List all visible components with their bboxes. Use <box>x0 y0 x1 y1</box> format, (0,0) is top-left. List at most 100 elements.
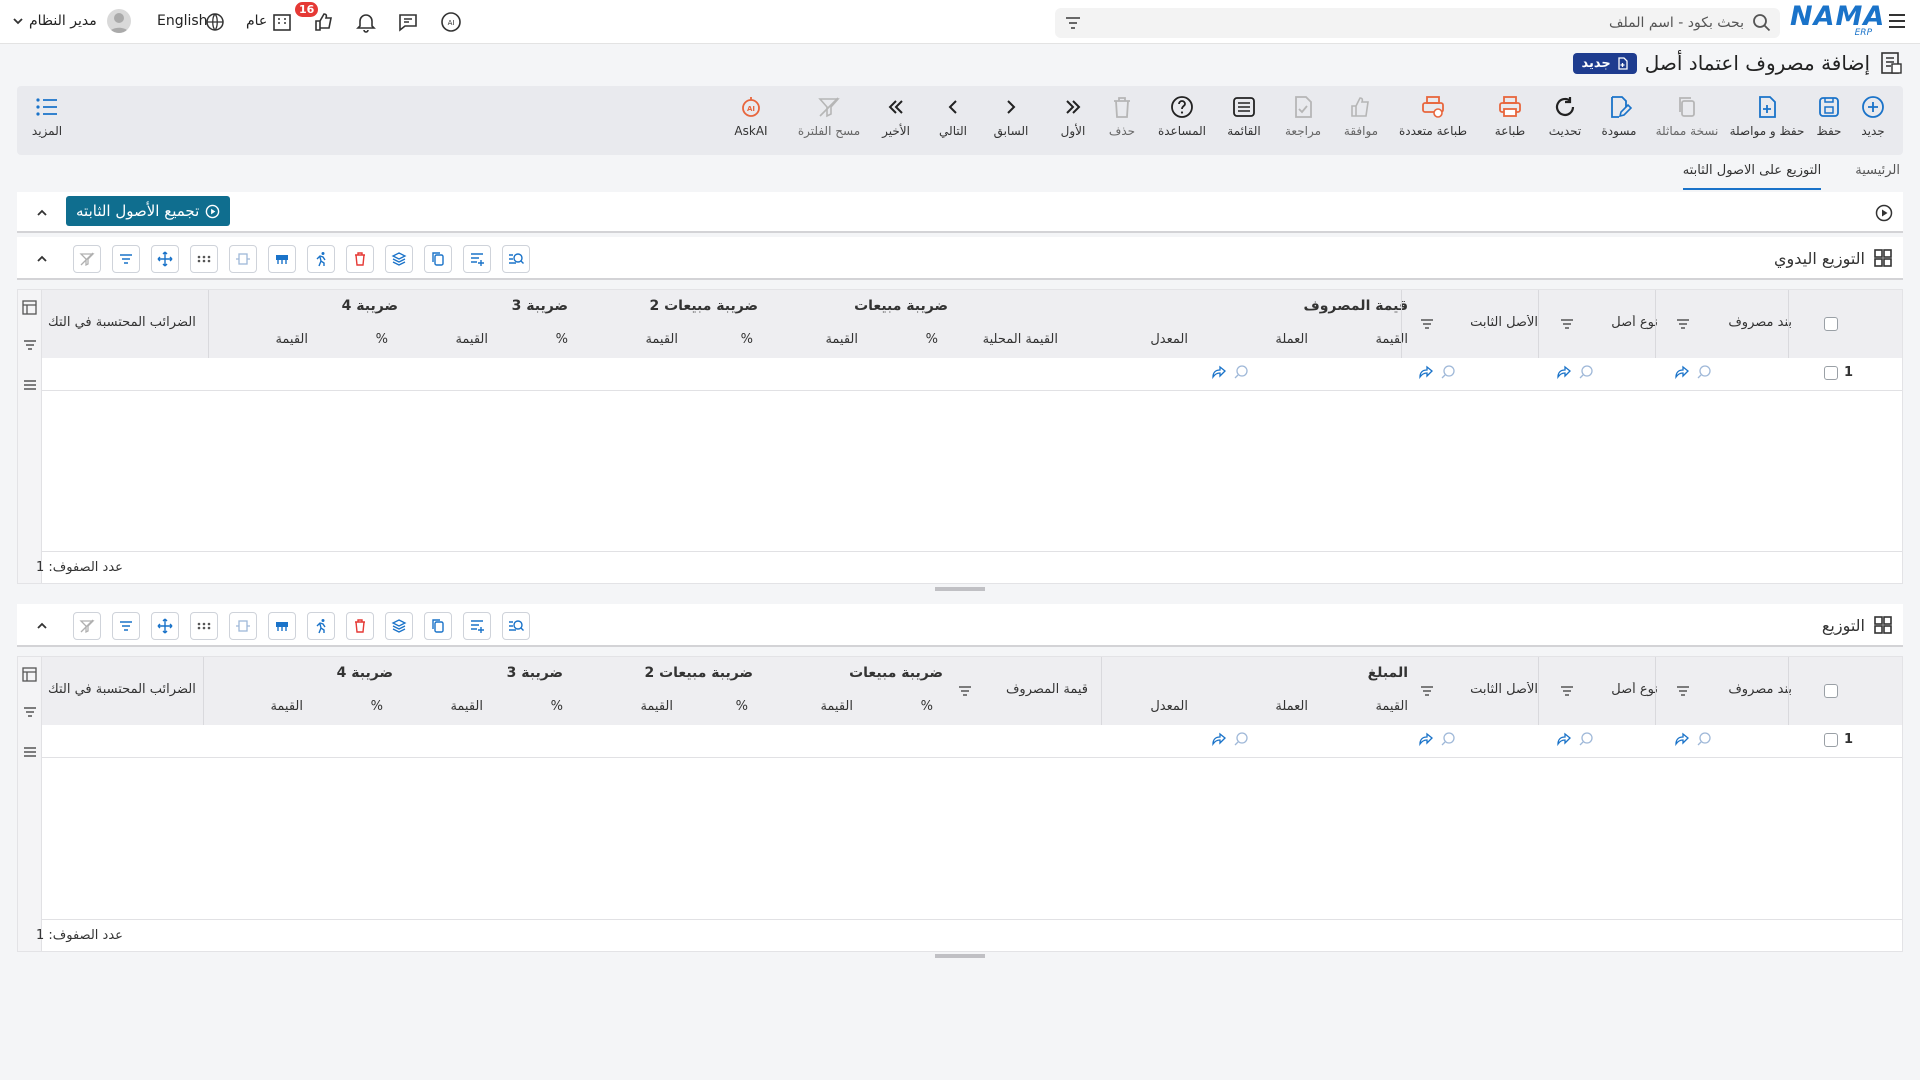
move-icon[interactable] <box>151 612 179 640</box>
refresh-button[interactable]: تحديث <box>1535 94 1595 138</box>
sub-percent[interactable]: % <box>533 699 563 714</box>
filter-icon[interactable] <box>112 245 140 273</box>
share-icon[interactable] <box>1556 731 1572 747</box>
sub-rate[interactable]: المعدل <box>1128 332 1188 347</box>
filter-icon[interactable] <box>958 684 972 698</box>
sub-percent[interactable]: % <box>908 332 938 347</box>
row-currency-actions[interactable] <box>1211 731 1249 747</box>
search-icon[interactable] <box>1696 364 1712 380</box>
table-icon[interactable] <box>268 245 296 273</box>
row-fixed-asset-actions[interactable] <box>1418 731 1456 747</box>
search-icon[interactable] <box>1696 731 1712 747</box>
resize-handle[interactable] <box>935 587 985 591</box>
clear-filter-button[interactable]: مسح الفلترة <box>789 94 869 138</box>
chevron-up-icon[interactable] <box>35 252 49 266</box>
fit-columns-icon[interactable] <box>229 612 257 640</box>
fit-columns-icon[interactable] <box>229 245 257 273</box>
sub-value[interactable]: القيمة <box>618 332 678 347</box>
layers-icon[interactable] <box>385 612 413 640</box>
collect-fixed-assets-button[interactable]: تجميع الأصول الثابته <box>66 196 231 226</box>
run-icon[interactable] <box>307 612 335 640</box>
sub-currency[interactable]: العملة <box>1248 332 1308 347</box>
run-icon[interactable] <box>307 245 335 273</box>
dots-grid-icon[interactable] <box>190 245 218 273</box>
select-all-checkbox[interactable] <box>1824 317 1838 331</box>
filter-icon[interactable] <box>1420 317 1434 331</box>
chevron-up-icon[interactable] <box>35 619 49 633</box>
col-expense-value[interactable]: قيمة المصروف <box>978 682 1088 697</box>
table-icon[interactable] <box>268 612 296 640</box>
approve-button[interactable]: موافقة <box>1331 94 1391 138</box>
filter-icon[interactable] <box>112 612 140 640</box>
share-icon[interactable] <box>1211 731 1227 747</box>
copy-icon[interactable] <box>424 245 452 273</box>
draft-button[interactable]: مسودة <box>1589 94 1649 138</box>
search-icon[interactable] <box>1233 364 1249 380</box>
language-switch[interactable]: English <box>157 13 208 29</box>
sub-percent[interactable]: % <box>358 332 388 347</box>
sub-value[interactable]: القيمة <box>243 699 303 714</box>
sub-currency[interactable]: العملة <box>1248 699 1308 714</box>
menu-icon[interactable] <box>1886 10 1908 32</box>
clear-filter-icon[interactable] <box>73 612 101 640</box>
sub-value[interactable]: القيمة <box>1348 332 1408 347</box>
col-expense-item[interactable]: بند مصروف <box>1696 315 1792 330</box>
multi-print-button[interactable]: طباعة متعددة <box>1393 94 1473 138</box>
share-icon[interactable] <box>1211 364 1227 380</box>
tab-distribution[interactable]: التوزيع على الاصول الثابته <box>1682 160 1822 190</box>
dots-grid-icon[interactable] <box>190 612 218 640</box>
sub-value[interactable]: القيمة <box>798 332 858 347</box>
first-button[interactable]: الأول <box>1043 94 1103 138</box>
columns-icon[interactable] <box>22 667 37 682</box>
building-icon[interactable] <box>270 10 294 34</box>
select-all-checkbox[interactable] <box>1824 684 1838 698</box>
filter-icon[interactable] <box>23 338 37 352</box>
share-icon[interactable] <box>1674 731 1690 747</box>
sub-value[interactable]: القيمة <box>793 699 853 714</box>
columns-icon[interactable] <box>22 300 37 315</box>
search-icon[interactable] <box>1440 364 1456 380</box>
add-row-icon[interactable] <box>463 612 491 640</box>
search-icon[interactable] <box>1578 731 1594 747</box>
filter-icon[interactable] <box>1560 317 1574 331</box>
filter-icon[interactable] <box>1560 684 1574 698</box>
chat-icon[interactable] <box>396 10 420 34</box>
resize-handle[interactable] <box>935 954 985 958</box>
user-name[interactable]: مدير النظام <box>29 13 97 29</box>
sub-percent[interactable]: % <box>723 332 753 347</box>
sub-percent[interactable]: % <box>718 699 748 714</box>
search-icon[interactable] <box>1578 364 1594 380</box>
sub-rate[interactable]: المعدل <box>1128 699 1188 714</box>
sub-local-value[interactable]: القيمة المحلية <box>968 332 1058 347</box>
save-continue-button[interactable]: حفظ و مواصلة <box>1727 94 1807 138</box>
sub-value[interactable]: القيمة <box>1348 699 1408 714</box>
avatar[interactable] <box>107 9 131 33</box>
copy-icon[interactable] <box>424 612 452 640</box>
search-grid-icon[interactable] <box>502 612 530 640</box>
layers-icon[interactable] <box>385 245 413 273</box>
sub-value[interactable]: القيمة <box>248 332 308 347</box>
duplicate-button[interactable]: نسخة مماثلة <box>1649 94 1725 138</box>
sub-value[interactable]: القيمة <box>613 699 673 714</box>
company-label[interactable]: عام <box>246 13 267 29</box>
globe-icon[interactable] <box>205 12 225 32</box>
row-checkbox[interactable] <box>1824 366 1838 380</box>
chevron-down-icon[interactable] <box>12 15 24 27</box>
filter-icon[interactable] <box>1420 684 1434 698</box>
ai-assistant-icon[interactable]: AI <box>439 10 463 34</box>
row-expense-item-actions[interactable] <box>1674 731 1712 747</box>
move-icon[interactable] <box>151 245 179 273</box>
next-button[interactable]: التالي <box>923 94 983 138</box>
filter-icon[interactable] <box>1676 684 1690 698</box>
col-fixed-asset[interactable]: الأصل الثابت <box>1448 315 1538 330</box>
delete-row-icon[interactable] <box>346 612 374 640</box>
row-asset-type-actions[interactable] <box>1556 364 1594 380</box>
save-button[interactable]: حفظ <box>1799 94 1859 138</box>
filter-icon[interactable] <box>23 705 37 719</box>
col-fixed-asset[interactable]: الأصل الثابت <box>1448 682 1538 697</box>
chevron-up-icon[interactable] <box>35 206 49 220</box>
menu-icon[interactable] <box>23 745 37 759</box>
col-asset-type[interactable]: نوع أصل <box>1578 315 1658 330</box>
filter-icon[interactable] <box>1063 13 1083 33</box>
add-row-icon[interactable] <box>463 245 491 273</box>
